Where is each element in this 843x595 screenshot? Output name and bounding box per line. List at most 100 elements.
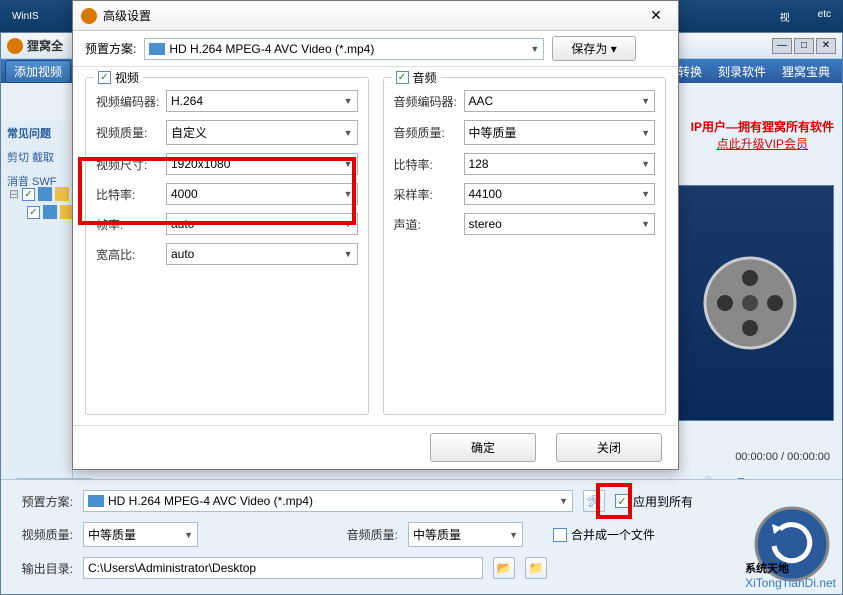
app-logo-icon bbox=[81, 8, 97, 24]
preset-label: 预置方案: bbox=[85, 40, 136, 57]
chevron-down-icon: ▼ bbox=[641, 159, 650, 169]
audio-encoder-select[interactable]: AAC▼ bbox=[464, 90, 656, 112]
video-quality-select[interactable]: 中等质量 ▼ bbox=[83, 522, 198, 547]
toolbar-burn[interactable]: 刻录软件 bbox=[710, 61, 774, 82]
audio-enable-checkbox[interactable]: ✓ bbox=[396, 71, 409, 84]
chevron-down-icon: ▼ bbox=[344, 219, 353, 229]
ok-button[interactable]: 确定 bbox=[430, 433, 536, 462]
video-encoder-select[interactable]: H.264▼ bbox=[166, 90, 358, 112]
video-legend: ✓ 视频 bbox=[94, 69, 143, 86]
chevron-down-icon: ▼ bbox=[184, 530, 193, 540]
audio-legend: ✓ 音频 bbox=[392, 69, 441, 86]
chevron-down-icon: ▼ bbox=[344, 189, 353, 199]
video-icon bbox=[38, 187, 52, 201]
merge-checkbox[interactable] bbox=[553, 528, 567, 542]
close-button[interactable]: 关闭 bbox=[556, 433, 662, 462]
save-as-button[interactable]: 保存为 ▾ bbox=[552, 36, 635, 61]
audio-channel-label: 声道: bbox=[394, 216, 460, 233]
sidebar-item-cut[interactable]: 剪切 截取 bbox=[1, 145, 72, 169]
video-size-label: 视频尺寸: bbox=[96, 156, 162, 173]
vip-upgrade-link[interactable]: 点此升级VIP会员 bbox=[717, 135, 808, 152]
tree-checkbox[interactable]: ✓ bbox=[27, 206, 40, 219]
audio-fieldset: ✓ 音频 音频编码器: AAC▼ 音频质量: 中等质量▼ 比特率: 128▼ 采… bbox=[383, 77, 667, 415]
film-reel-icon bbox=[700, 253, 800, 353]
audio-bitrate-select[interactable]: 128▼ bbox=[464, 153, 656, 175]
chevron-down-icon: ▼ bbox=[344, 249, 353, 259]
app-title: 狸窝全 bbox=[27, 37, 63, 54]
chevron-down-icon: ▼ bbox=[344, 128, 353, 138]
add-video-button[interactable]: 添加视频 bbox=[5, 60, 71, 83]
preview-pane bbox=[666, 185, 834, 421]
dialog-footer: 确定 关闭 bbox=[73, 425, 678, 469]
audio-sample-label: 采样率: bbox=[394, 186, 460, 203]
dialog-preset-select[interactable]: HD H.264 MPEG-4 AVC Video (*.mp4) ▼ bbox=[144, 38, 544, 60]
preset-select[interactable]: HD H.264 MPEG-4 AVC Video (*.mp4) ▼ bbox=[83, 490, 573, 512]
chevron-down-icon: ▼ bbox=[641, 189, 650, 199]
audio-bitrate-label: 比特率: bbox=[394, 156, 460, 173]
video-quality-label: 视频质量: bbox=[15, 526, 73, 543]
audio-channel-select[interactable]: stereo▼ bbox=[464, 213, 656, 235]
minimize-button[interactable]: — bbox=[772, 38, 792, 54]
app-logo-icon bbox=[7, 38, 23, 54]
chevron-down-icon: ▼ bbox=[344, 96, 353, 106]
folder-icon: 📁 bbox=[529, 561, 544, 575]
video-fps-label: 帧率: bbox=[96, 216, 162, 233]
apply-all-checkbox[interactable]: ✓ bbox=[615, 494, 629, 508]
open-folder-button[interactable]: 📂 bbox=[493, 557, 515, 579]
audio-quality-label: 音频质量: bbox=[340, 526, 398, 543]
video-aspect-label: 宽高比: bbox=[96, 246, 162, 263]
dialog-titlebar: 高级设置 ✕ bbox=[73, 1, 678, 31]
merge-label: 合并成一个文件 bbox=[571, 526, 655, 543]
browse-folder-button[interactable]: 📁 bbox=[525, 557, 547, 579]
taskbar-app-winiso[interactable]: WinIS bbox=[12, 11, 39, 22]
audio-quality-label: 音频质量: bbox=[394, 124, 460, 141]
video-bitrate-select[interactable]: 4000▼ bbox=[166, 183, 358, 205]
mp4-icon bbox=[88, 495, 104, 507]
apply-all-label: 应用到所有 bbox=[633, 493, 693, 510]
video-icon bbox=[43, 205, 57, 219]
close-window-button[interactable]: ✕ bbox=[816, 38, 836, 54]
video-quality-value: 中等质量 bbox=[88, 526, 136, 543]
advanced-settings-button[interactable]: 🛠 bbox=[583, 490, 605, 512]
chevron-down-icon: ▼ bbox=[559, 496, 568, 506]
toolbar-tips[interactable]: 狸窝宝典 bbox=[774, 61, 838, 82]
mp4-icon bbox=[149, 43, 165, 55]
video-bitrate-label: 比特率: bbox=[96, 186, 162, 203]
folder-open-icon: 📂 bbox=[497, 561, 512, 575]
audio-quality-select[interactable]: 中等质量▼ bbox=[464, 120, 656, 145]
output-label: 输出目录: bbox=[15, 560, 73, 577]
dialog-title: 高级设置 bbox=[103, 7, 151, 24]
preset-label: 预置方案: bbox=[15, 493, 73, 510]
wrench-icon: 🛠 bbox=[586, 494, 601, 508]
taskbar-app-etc[interactable]: etc bbox=[818, 9, 831, 24]
sidebar-faq[interactable]: 常见问题 bbox=[1, 121, 72, 145]
video-quality-label: 视频质量: bbox=[96, 124, 162, 141]
maximize-button[interactable]: □ bbox=[794, 38, 814, 54]
chevron-down-icon: ▼ bbox=[344, 159, 353, 169]
audio-encoder-label: 音频编码器: bbox=[394, 93, 460, 110]
chevron-down-icon: ▼ bbox=[641, 219, 650, 229]
preset-value: HD H.264 MPEG-4 AVC Video (*.mp4) bbox=[108, 494, 313, 508]
video-quality-select[interactable]: 自定义▼ bbox=[166, 120, 358, 145]
video-aspect-select[interactable]: auto▼ bbox=[166, 243, 358, 265]
chevron-down-icon: ▼ bbox=[509, 530, 518, 540]
time-display: 00:00:00 / 00:00:00 bbox=[735, 451, 830, 463]
video-enable-checkbox[interactable]: ✓ bbox=[98, 71, 111, 84]
vip-banner: IP用户—拥有狸窝所有软件 点此升级VIP会员 bbox=[691, 115, 834, 155]
video-fps-select[interactable]: auto▼ bbox=[166, 213, 358, 235]
audio-quality-select[interactable]: 中等质量 ▼ bbox=[408, 522, 523, 547]
video-fieldset: ✓ 视频 视频编码器: H.264▼ 视频质量: 自定义▼ 视频尺寸: 1920… bbox=[85, 77, 369, 415]
folder-icon bbox=[55, 187, 69, 201]
chevron-down-icon: ▼ bbox=[641, 128, 650, 138]
audio-quality-value: 中等质量 bbox=[413, 526, 461, 543]
bottom-settings-panel: 预置方案: HD H.264 MPEG-4 AVC Video (*.mp4) … bbox=[1, 479, 842, 594]
video-size-select[interactable]: 1920x1080▼ bbox=[166, 153, 358, 175]
sidebar: 常见问题 剪切 截取 消音 SWF bbox=[1, 121, 73, 501]
taskbar-app-video[interactable]: 视 bbox=[780, 9, 790, 24]
video-encoder-label: 视频编码器: bbox=[96, 93, 162, 110]
dialog-close-button[interactable]: ✕ bbox=[642, 6, 670, 26]
tree-checkbox[interactable]: ✓ bbox=[22, 188, 35, 201]
audio-sample-select[interactable]: 44100▼ bbox=[464, 183, 656, 205]
output-path-input[interactable] bbox=[83, 557, 483, 579]
chevron-down-icon: ▼ bbox=[530, 44, 539, 54]
